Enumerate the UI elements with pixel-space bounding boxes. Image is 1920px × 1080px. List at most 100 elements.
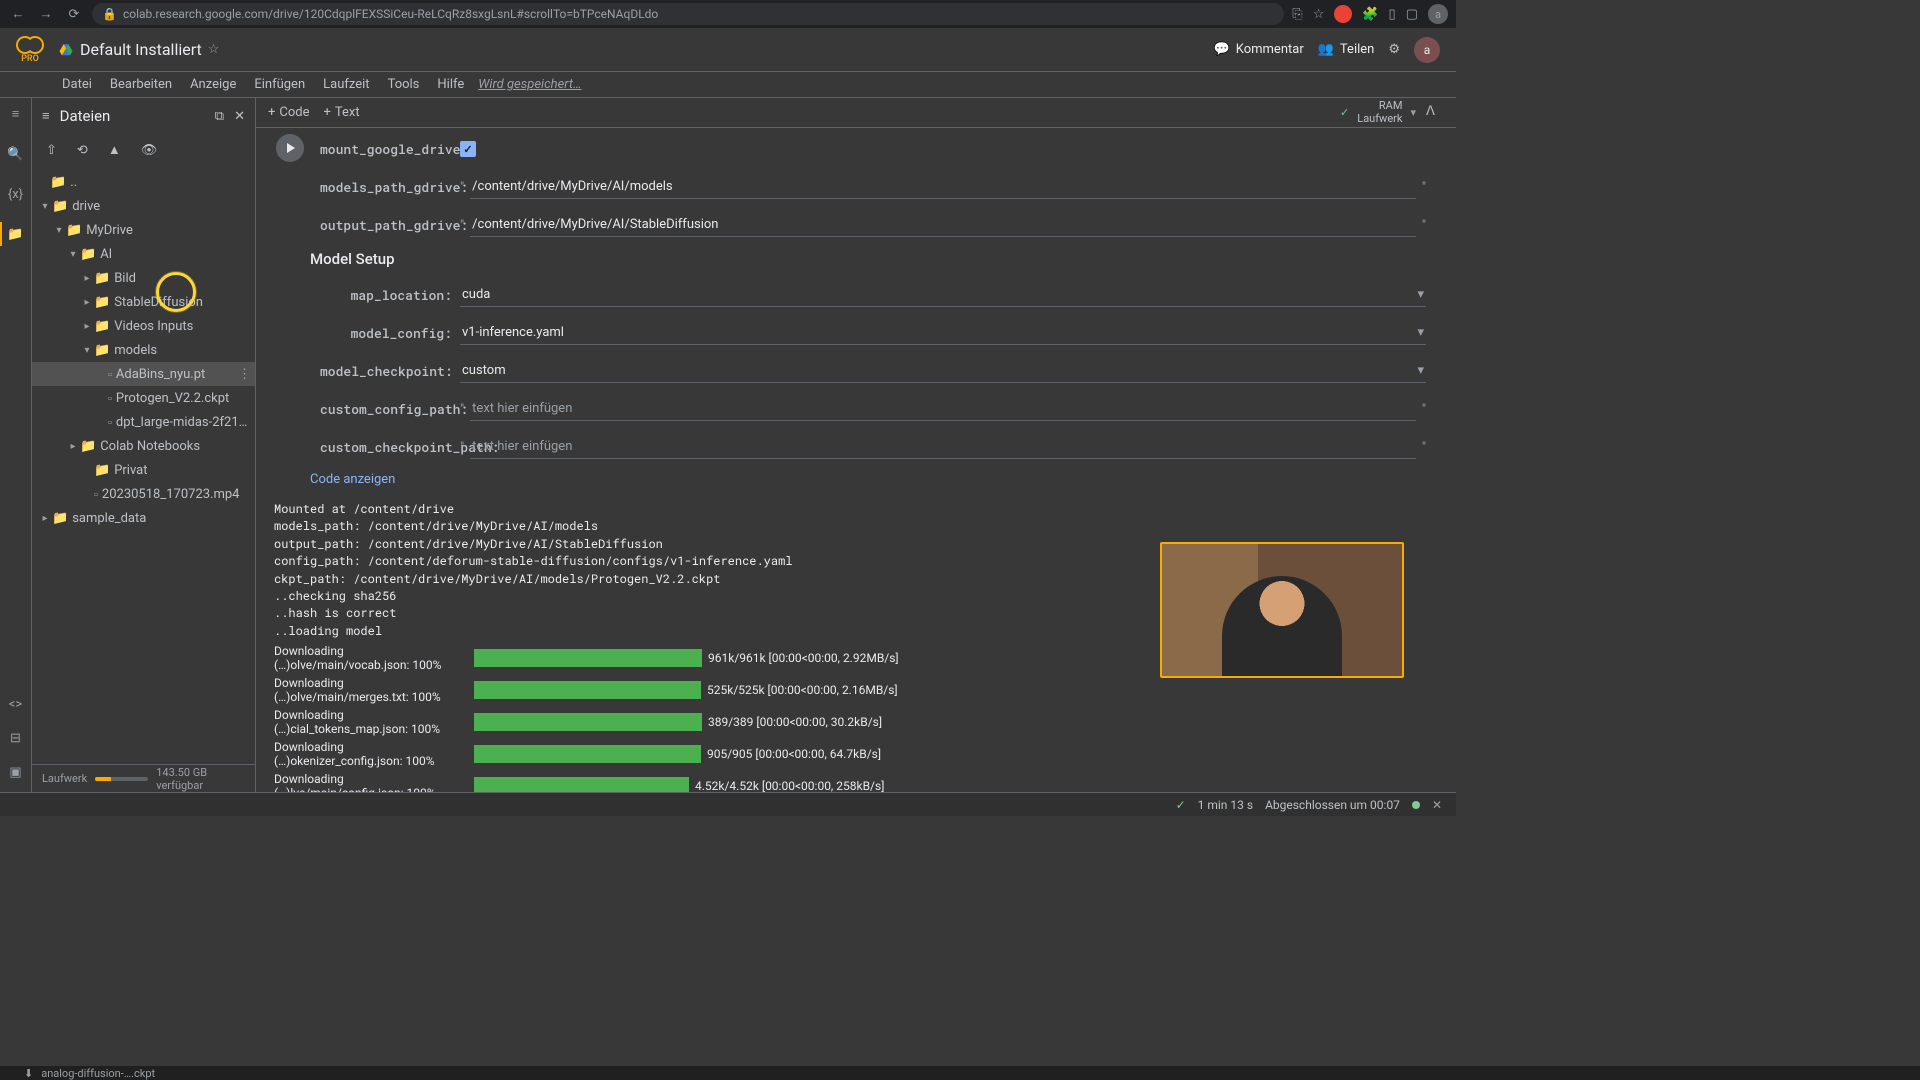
download-row: Downloading (…)cial_tokens_map.json: 100…: [274, 708, 1426, 736]
share-button[interactable]: 👥 Teilen: [1318, 42, 1375, 57]
upload-icon[interactable]: ⇧: [46, 143, 57, 158]
model-checkpoint-select[interactable]: custom▾: [460, 359, 1426, 383]
map-location-select[interactable]: cuda▾: [460, 283, 1426, 307]
add-text-button[interactable]: +Text: [324, 105, 360, 120]
browser-chrome: ← → ⟳ 🔒 colab.research.google.com/drive/…: [0, 0, 1456, 28]
exec-done: Abgeschlossen um 00:07: [1265, 798, 1400, 812]
tree-sample-data[interactable]: ▸📁sample_data: [32, 506, 255, 530]
menu-laufzeit[interactable]: Laufzeit: [315, 75, 377, 94]
extension-red-icon[interactable]: [1334, 5, 1352, 23]
menu-bar: Datei Bearbeiten Anzeige Einfügen Laufze…: [0, 72, 1456, 98]
add-code-button[interactable]: +Code: [268, 105, 310, 120]
browser-avatar[interactable]: a: [1428, 4, 1448, 24]
video-overlay[interactable]: [1160, 542, 1404, 678]
tree-mydrive[interactable]: ▾📁MyDrive: [32, 218, 255, 242]
connection-status[interactable]: ✓ RAM Laufwerk ▾: [1340, 100, 1416, 124]
side-panel-icon[interactable]: ▯: [1389, 7, 1396, 22]
tree-videos-inputs[interactable]: ▸📁Videos Inputs: [32, 314, 255, 338]
extensions-icon[interactable]: 🧩: [1362, 7, 1378, 22]
toggle-hidden-icon[interactable]: 👁: [141, 143, 158, 158]
back-icon[interactable]: ←: [8, 4, 28, 24]
panel-icon[interactable]: ▢: [1406, 7, 1418, 22]
search-icon[interactable]: 🔍: [6, 144, 26, 164]
download-row: Downloading (…)olve/main/merges.txt: 100…: [274, 676, 1426, 704]
new-window-icon[interactable]: ⧉: [215, 109, 224, 124]
download-shelf[interactable]: ⬇analog-diffusion-….ckpt: [0, 1066, 1920, 1080]
notebook-title[interactable]: Default Installiert: [80, 40, 202, 59]
file-tree: 📁.. ▾📁drive ▾📁MyDrive ▾📁AI ▸📁Bild ▸📁Stab…: [32, 166, 255, 764]
comment-icon: 💬: [1214, 42, 1230, 57]
settings-icon[interactable]: ⚙: [1388, 42, 1400, 57]
menu-tools[interactable]: Tools: [380, 75, 428, 94]
file-panel-toolbar: ⇧ ⟲ ▲ 👁: [32, 134, 255, 166]
forward-icon[interactable]: →: [36, 4, 56, 24]
colab-logo[interactable]: PRO: [16, 36, 44, 64]
run-cell-button[interactable]: [276, 134, 304, 162]
collapse-icon[interactable]: ᐱ: [1426, 104, 1444, 122]
variables-icon[interactable]: {x}: [6, 184, 26, 204]
tree-colab-notebooks[interactable]: ▸📁Colab Notebooks: [32, 434, 255, 458]
url-text: colab.research.google.com/drive/120Cdqpl…: [123, 7, 658, 21]
close-panel-icon[interactable]: ✕: [234, 109, 245, 124]
output-path-input[interactable]: [470, 213, 1416, 237]
share-icon: 👥: [1318, 42, 1334, 57]
toc-icon[interactable]: ≡: [6, 104, 26, 124]
tree-up[interactable]: 📁..: [32, 170, 255, 194]
mount-checkbox[interactable]: ✓: [460, 141, 476, 157]
tree-privat[interactable]: 📁Privat: [32, 458, 255, 482]
close-status-icon[interactable]: ✕: [1432, 798, 1442, 812]
tree-adabins[interactable]: ▫AdaBins_nyu.pt⋮: [32, 362, 255, 386]
show-code-link[interactable]: Code anzeigen: [310, 472, 1426, 487]
exec-time: 1 min 13 s: [1198, 798, 1253, 812]
terminal-icon[interactable]: ▣: [6, 762, 26, 782]
menu-bearbeiten[interactable]: Bearbeiten: [102, 75, 180, 94]
tree-mp4[interactable]: ▫20230518_170723.mp4: [32, 482, 255, 506]
custom-config-label: custom_config_path:: [320, 400, 460, 418]
chevron-down-icon: ▾: [1417, 287, 1424, 302]
chevron-down-icon: ▾: [1417, 363, 1424, 378]
address-bar[interactable]: 🔒 colab.research.google.com/drive/120Cdq…: [92, 3, 1284, 25]
save-status: Wird gespeichert…: [478, 77, 581, 92]
menu-hilfe[interactable]: Hilfe: [429, 75, 472, 94]
tree-bild[interactable]: ▸📁Bild: [32, 266, 255, 290]
check-icon: ✓: [1340, 106, 1349, 119]
models-path-input[interactable]: [470, 175, 1416, 199]
model-config-select[interactable]: v1-inference.yaml▾: [460, 321, 1426, 345]
notebook: mount_google_drive: ✓ models_path_gdrive…: [256, 128, 1456, 792]
file-panel: ≡ Dateien ⧉ ✕ ⇧ ⟲ ▲ 👁 📁.. ▾📁drive ▾📁MyDr…: [32, 98, 256, 792]
bookmark-star-icon[interactable]: ☆: [1313, 7, 1325, 22]
custom-ckpt-input[interactable]: [470, 435, 1416, 459]
menu-einfuegen[interactable]: Einfügen: [246, 75, 313, 94]
check-icon: ✓: [1176, 798, 1186, 812]
code-snippets-icon[interactable]: <>: [6, 694, 26, 714]
user-avatar[interactable]: a: [1414, 37, 1440, 63]
tree-drive[interactable]: ▾📁drive: [32, 194, 255, 218]
row-more-icon[interactable]: ⋮: [238, 367, 251, 382]
menu-datei[interactable]: Datei: [54, 75, 100, 94]
model-checkpoint-label: model_checkpoint:: [320, 362, 460, 380]
mount-drive-icon[interactable]: ▲: [108, 142, 121, 158]
file-panel-footer: Laufwerk 143.50 GB verfügbar: [32, 764, 255, 792]
translate-icon[interactable]: ⎘: [1292, 7, 1302, 22]
tree-protogen[interactable]: ▫Protogen_V2.2.ckpt: [32, 386, 255, 410]
tree-stablediffusion[interactable]: ▸📁StableDiffusion: [32, 290, 255, 314]
files-icon[interactable]: 📁: [6, 224, 26, 244]
comment-button[interactable]: 💬 Kommentar: [1214, 42, 1304, 57]
panel-menu-icon[interactable]: ≡: [42, 108, 50, 124]
map-location-label: map_location:: [320, 286, 460, 304]
reload-icon[interactable]: ⟳: [64, 4, 84, 24]
drive-icon: [58, 43, 74, 57]
tree-ai[interactable]: ▾📁AI: [32, 242, 255, 266]
custom-ckpt-label: custom_checkpoint_path:: [320, 438, 460, 456]
tree-models[interactable]: ▾📁models: [32, 338, 255, 362]
refresh-icon[interactable]: ⟲: [77, 143, 88, 158]
content-area: +Code +Text ✓ RAM Laufwerk ▾ ᐱ mount_goo: [256, 98, 1456, 792]
star-icon[interactable]: ☆: [208, 42, 220, 57]
menu-anzeige[interactable]: Anzeige: [182, 75, 244, 94]
tree-dpt[interactable]: ▫dpt_large-midas-2f21…: [32, 410, 255, 434]
command-palette-icon[interactable]: ⊟: [6, 728, 26, 748]
browser-extensions: ⎘ ☆ 🧩 ▯ ▢ a: [1292, 4, 1448, 24]
download-row: Downloading (…)okenizer_config.json: 100…: [274, 740, 1426, 768]
lock-icon: 🔒: [102, 7, 117, 21]
custom-config-input[interactable]: [470, 397, 1416, 421]
